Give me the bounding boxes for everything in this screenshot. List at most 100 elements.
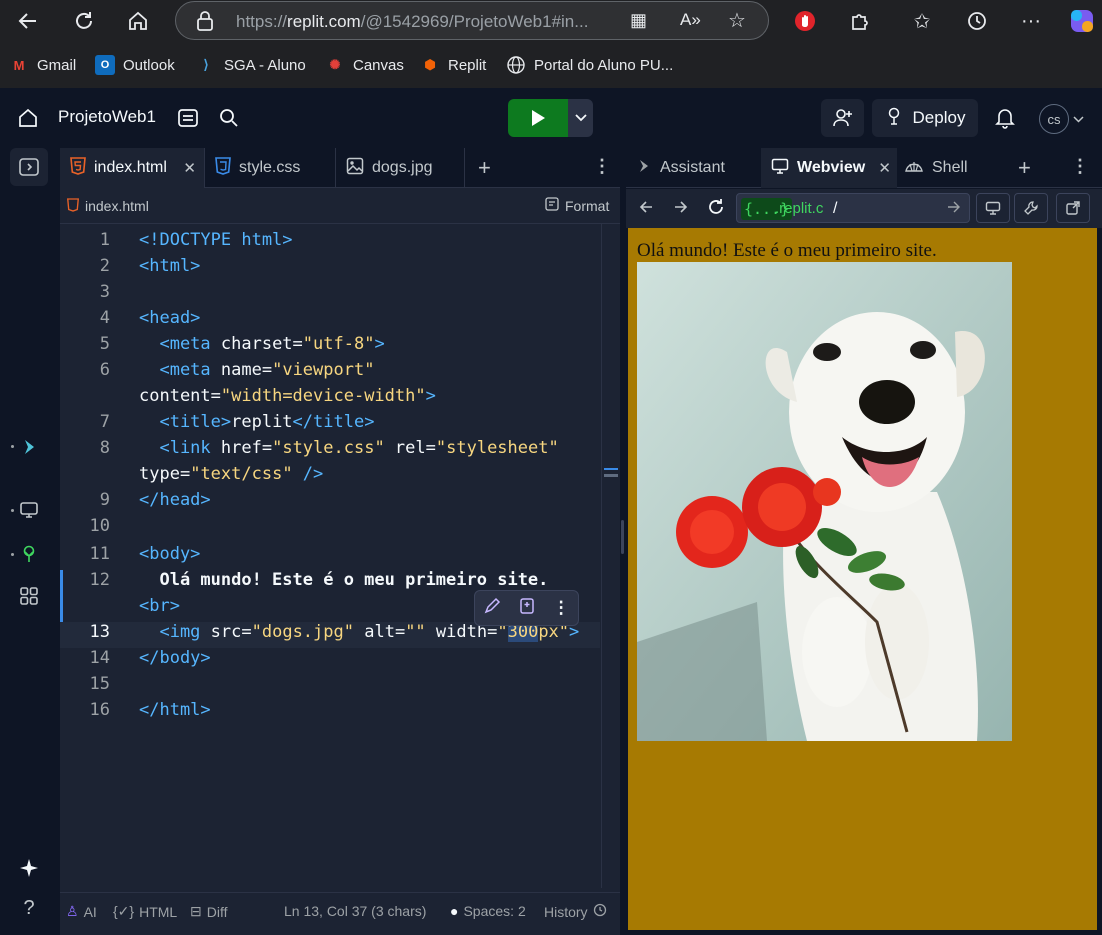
- scroll-position-marker: [604, 468, 618, 470]
- breadcrumb[interactable]: index.html: [85, 198, 149, 214]
- run-options-chevron-icon[interactable]: [568, 99, 593, 137]
- notifications-bell-icon[interactable]: [995, 107, 1015, 134]
- webview-rail-icon[interactable]: [10, 491, 48, 529]
- shell-icon: [904, 157, 924, 180]
- back-arrow-icon[interactable]: [12, 5, 44, 37]
- diff-button[interactable]: ⊟ Diff: [190, 903, 227, 920]
- code-line: <meta charset="utf-8">: [139, 334, 385, 354]
- add-user-icon: [832, 109, 852, 127]
- url-path-input[interactable]: /: [833, 198, 837, 220]
- line-number: 4: [99, 308, 110, 328]
- line-number: 1: [99, 230, 110, 250]
- bookmark-sga-aluno[interactable]: ⟩ SGA - Aluno: [196, 54, 305, 76]
- tab-style-css[interactable]: style.css: [205, 148, 336, 188]
- ai-add-to-chat-icon[interactable]: [518, 597, 536, 620]
- webview-back-icon[interactable]: [638, 199, 654, 220]
- code-braces-icon: {✓}: [113, 903, 135, 919]
- bookmark-gmail[interactable]: M Gmail: [9, 54, 77, 76]
- line-number: 7: [99, 412, 110, 432]
- scroll-position-marker: [604, 474, 618, 477]
- tab-index-html[interactable]: index.html ✕: [60, 148, 205, 188]
- editor-scrollbar[interactable]: [601, 224, 620, 888]
- indentation-button[interactable]: ● Spaces: 2: [450, 903, 526, 919]
- format-button[interactable]: Format: [565, 198, 609, 214]
- search-icon[interactable]: [219, 108, 239, 133]
- code-line: </body>: [139, 648, 211, 668]
- editor-options-icon[interactable]: ⋮: [593, 156, 611, 177]
- code-line: <!DOCTYPE html>: [139, 230, 293, 250]
- extensions-puzzle-icon[interactable]: [844, 5, 876, 37]
- copilot-icon[interactable]: [1066, 5, 1098, 37]
- tab-label: style.css: [239, 159, 301, 176]
- code-area[interactable]: 1 2 3 4 5 6 7 8 9 10 11 12 13 14 15 16 <…: [60, 228, 602, 888]
- deployments-rail-icon[interactable]: [10, 535, 48, 573]
- left-tool-rail: ?: [0, 148, 58, 935]
- invite-button[interactable]: [821, 99, 864, 137]
- home-icon[interactable]: [18, 108, 38, 133]
- webview-url-field[interactable]: {...} .replit.c /: [736, 193, 970, 223]
- close-tab-icon[interactable]: ✕: [878, 159, 891, 177]
- ai-sparkle-icon[interactable]: [10, 849, 48, 887]
- pane-options-icon[interactable]: ⋮: [1071, 156, 1089, 177]
- assistant-rail-icon[interactable]: [10, 428, 48, 466]
- replit-icon: ⬢: [424, 57, 436, 72]
- device-preview-icon[interactable]: [976, 193, 1010, 223]
- tab-webview[interactable]: Webview ✕: [761, 148, 897, 188]
- language-mode-button[interactable]: {✓} HTML: [113, 903, 177, 920]
- files-toggle-icon[interactable]: [10, 148, 48, 186]
- favorite-star-icon[interactable]: ☆: [728, 8, 746, 33]
- more-actions-icon[interactable]: ⋮: [553, 598, 570, 618]
- globe-icon: [506, 55, 526, 75]
- lock-icon[interactable]: [196, 11, 214, 36]
- code-line: <html>: [139, 256, 201, 276]
- account-chevron-down-icon[interactable]: [1073, 110, 1084, 128]
- home-icon[interactable]: [122, 5, 154, 37]
- tab-dogs-jpg[interactable]: dogs.jpg: [336, 148, 465, 188]
- close-tab-icon[interactable]: ✕: [183, 159, 196, 177]
- read-aloud-icon[interactable]: A»: [680, 10, 701, 30]
- pane-resize-handle[interactable]: [621, 520, 624, 554]
- browser-chrome: https://replit.com/@1542969/ProjetoWeb1#…: [0, 0, 1102, 88]
- code-line: <head>: [139, 308, 201, 328]
- all-tools-grid-icon[interactable]: [10, 577, 48, 615]
- favorites-list-icon[interactable]: ✩: [906, 5, 938, 37]
- address-bar[interactable]: https://replit.com/@1542969/ProjetoWeb1#…: [175, 1, 769, 40]
- format-icon: [545, 197, 559, 214]
- cursor-position[interactable]: Ln 13, Col 37 (3 chars): [284, 903, 426, 919]
- deploy-button[interactable]: Deploy: [872, 99, 978, 137]
- history-icon[interactable]: [961, 5, 993, 37]
- new-tab-plus-icon[interactable]: +: [1018, 155, 1031, 181]
- bookmark-replit[interactable]: ⬢ Replit: [420, 54, 486, 76]
- tab-shell[interactable]: Shell: [904, 148, 1002, 188]
- outlook-icon: O: [95, 55, 115, 75]
- line-number: 8: [99, 438, 110, 458]
- bookmark-canvas[interactable]: ✺ Canvas: [325, 54, 404, 76]
- webview-forward-icon[interactable]: [673, 199, 689, 220]
- project-title[interactable]: ProjetoWeb1: [58, 107, 156, 127]
- tab-assistant[interactable]: Assistant: [626, 148, 759, 188]
- canvas-icon: ✺: [329, 57, 341, 72]
- new-tab-plus-icon[interactable]: +: [478, 155, 491, 181]
- extension-shield-icon[interactable]: [789, 5, 821, 37]
- code-line: <title>replit</title>: [139, 412, 375, 432]
- bookmark-outlook[interactable]: O Outlook: [95, 54, 175, 76]
- more-menu-icon[interactable]: ···: [1015, 5, 1047, 37]
- line-number: 6: [99, 360, 110, 380]
- code-line-wrap: <br>: [139, 596, 180, 616]
- avatar[interactable]: cs: [1039, 104, 1069, 134]
- app-grid-icon[interactable]: ▦: [630, 10, 647, 31]
- open-new-tab-icon[interactable]: [1056, 193, 1090, 223]
- go-arrow-icon[interactable]: [947, 200, 961, 219]
- reload-icon[interactable]: [68, 5, 100, 37]
- bullet-icon: ●: [450, 903, 459, 919]
- webview-reload-icon[interactable]: [707, 198, 725, 221]
- bookmark-portal-aluno[interactable]: Portal do Aluno PU...: [506, 54, 673, 76]
- history-button[interactable]: History: [544, 903, 607, 920]
- run-button[interactable]: [508, 99, 568, 137]
- ai-edit-pen-icon[interactable]: [483, 597, 501, 620]
- devtools-wrench-icon[interactable]: [1014, 193, 1048, 223]
- line-number: 10: [89, 516, 110, 536]
- ai-status-button[interactable]: ♙ AI: [66, 903, 97, 920]
- project-info-icon[interactable]: [177, 107, 199, 134]
- help-question-icon[interactable]: ?: [10, 889, 48, 927]
